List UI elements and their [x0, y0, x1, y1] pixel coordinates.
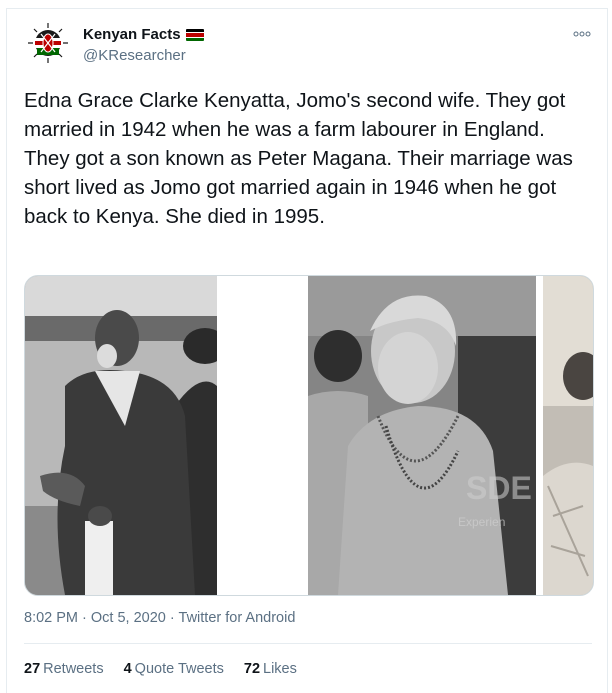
- photo-edna-clarke[interactable]: SDE Experien: [308, 276, 536, 595]
- photo-jomo-kenyatta[interactable]: [25, 276, 217, 595]
- likes-label: Likes: [263, 661, 297, 677]
- quotes-count: 4: [123, 661, 132, 677]
- kenya-coat-of-arms-icon: [25, 20, 71, 66]
- watermark-brand: SDE: [466, 470, 532, 506]
- quotes-label: Quote Tweets: [134, 661, 224, 677]
- divider: [24, 643, 592, 644]
- media-gallery: SDE Experien: [24, 275, 594, 596]
- account-name[interactable]: Kenyan Facts: [83, 26, 204, 43]
- separator: ·: [82, 610, 87, 626]
- avatar[interactable]: [25, 20, 71, 66]
- account-handle[interactable]: @KResearcher: [83, 47, 186, 64]
- more-options-icon[interactable]: [573, 26, 591, 40]
- tweet-source[interactable]: Twitter for Android: [179, 610, 296, 626]
- separator: ·: [169, 610, 175, 626]
- watermark-text: Experien: [458, 515, 505, 529]
- retweets-count: 27: [24, 661, 41, 677]
- likes-stat[interactable]: 72 Likes: [244, 661, 297, 677]
- tweet-date[interactable]: Oct 5, 2020: [91, 610, 166, 626]
- tweet-metadata: 8:02 PM · Oct 5, 2020 · Twitter for Andr…: [24, 610, 295, 626]
- tweet-text: Edna Grace Clarke Kenyatta, Jomo's secon…: [24, 89, 573, 228]
- quote-tweets-stat[interactable]: 4 Quote Tweets: [124, 661, 224, 677]
- photo-partial[interactable]: [543, 276, 593, 595]
- likes-count: 72: [243, 661, 261, 677]
- kenya-flag-icon: [185, 28, 204, 41]
- retweets-label: Retweets: [43, 661, 104, 677]
- photo-gap: [217, 276, 308, 595]
- engagement-stats: 27 Retweets 4 Quote Tweets 72 Likes: [24, 661, 297, 677]
- retweets-stat[interactable]: 27 Retweets: [24, 661, 104, 677]
- tweet-time[interactable]: 8:02 PM: [24, 610, 78, 626]
- display-name: Kenyan Facts: [83, 26, 181, 43]
